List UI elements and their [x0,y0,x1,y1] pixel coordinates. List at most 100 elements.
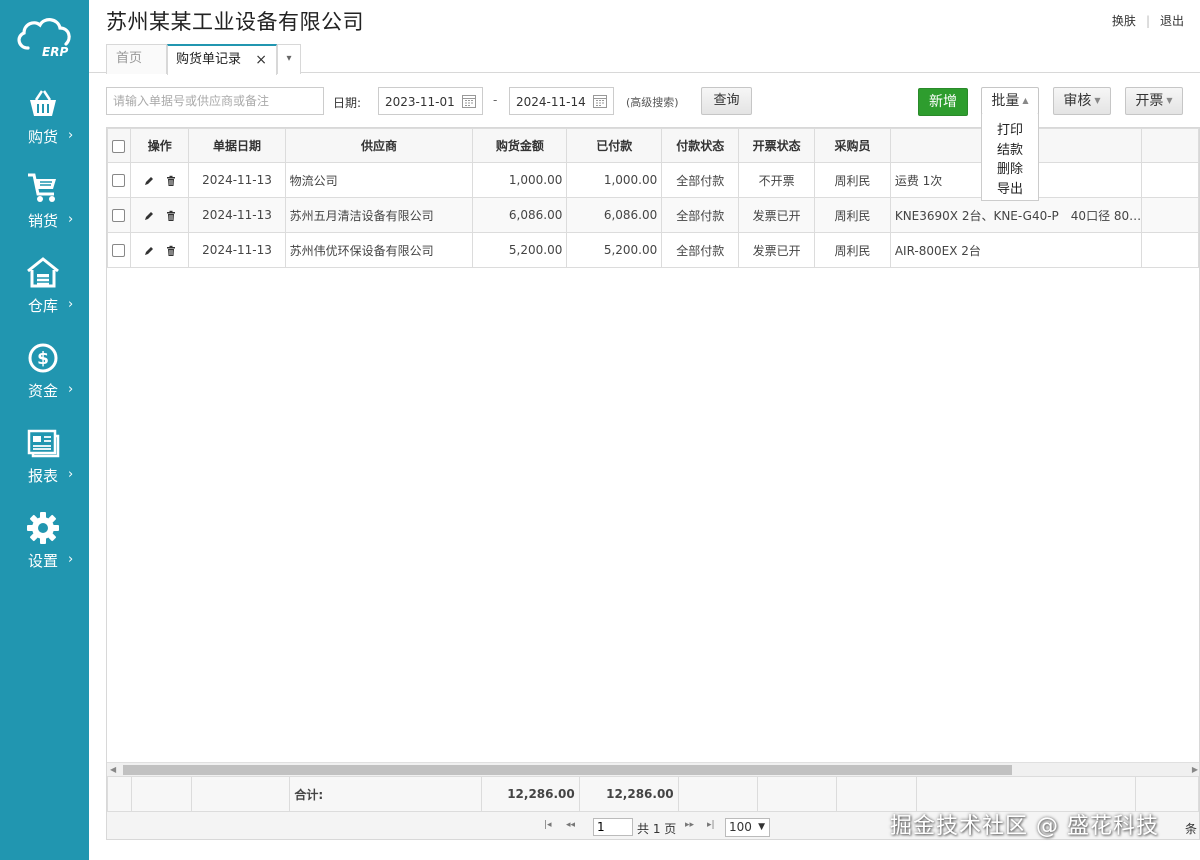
dollar-icon: $ [28,343,58,373]
erp-cloud-logo-icon: ERP [17,18,71,59]
cell-paid: 6,086.00 [566,197,663,233]
caret-up-icon: ▲ [1022,96,1029,105]
menu-item-delete[interactable]: 删除 [982,160,1038,180]
table-row[interactable]: 2024-11-13 苏州五月清洁设备有限公司 6,086.00 6,086.0… [107,197,1199,233]
logout-link[interactable]: 退出 [1160,12,1184,29]
warehouse-icon [27,257,59,288]
column-header[interactable]: 操作 [129,128,190,163]
page-title: 苏州某某工业设备有限公司 [106,10,364,34]
row-checkbox[interactable] [112,209,126,222]
menu-item-settle[interactable]: 结款 [982,141,1038,161]
search-input[interactable] [106,87,324,115]
tab-home[interactable]: 首页 [106,44,167,74]
cell-amount: 5,200.00 [472,232,568,268]
date-range-separator: - [493,93,498,107]
column-header[interactable]: 开票状态 [738,128,816,163]
next-page-icon[interactable]: ▸▸ [685,820,694,830]
sidebar-item-funds[interactable]: $ 资金 › [0,342,89,422]
caret-down-icon: ▼ [1166,96,1173,105]
logo-text: ERP [42,45,68,59]
pencil-icon[interactable] [143,245,155,257]
totals-label: 合计: [289,776,482,812]
prev-page-icon[interactable]: ◂◂ [566,820,575,830]
tab-purchase-records[interactable]: 购货单记录 × [167,44,277,75]
close-icon[interactable]: × [255,46,267,74]
add-button[interactable]: 新增 [918,88,968,116]
chevron-right-icon: › [68,382,74,397]
date-to-value: 2024-11-14 [516,95,586,109]
calendar-icon[interactable] [462,94,476,108]
chevron-right-icon: › [68,128,74,143]
last-page-icon[interactable]: ▸| [707,820,715,830]
cell-paid: 1,000.00 [566,162,663,198]
menu-item-export[interactable]: 导出 [982,180,1038,200]
invoice-button[interactable]: 开票 ▼ [1125,87,1183,115]
trash-icon[interactable] [165,175,177,187]
cell-buyer: 周利民 [814,197,891,233]
cell-date: 2024-11-13 [188,232,286,268]
column-header[interactable]: 付款状态 [661,128,740,163]
watermark: 掘金技术社区 @ 盛花科技 [890,814,1159,839]
sidebar: ERP 购货 › 销货 › 仓库 › $ 资金 › 报表 › 设置 › [0,0,89,860]
column-header[interactable]: 单据日期 [188,128,286,163]
row-actions [129,162,190,198]
scroll-right-icon[interactable]: ▶ [1192,765,1198,774]
first-page-icon[interactable]: |◂ [544,820,552,830]
date-from-field[interactable]: 2023-11-01 [378,87,483,115]
tab-label: 购货单记录 [176,52,242,67]
basket-icon [30,90,56,116]
cell-date: 2024-11-13 [188,197,286,233]
cell-remark: KNE3690X 2台、KNE-G40-P 40口径 80… [889,197,1143,233]
sidebar-item-label: 报表 [28,467,59,485]
column-header[interactable]: 供应商 [284,128,474,163]
column-header[interactable]: 已付款 [566,128,663,163]
cart-icon [28,173,56,202]
cell-buyer: 周利民 [814,162,891,198]
gear-icon [27,512,59,544]
cell-amount: 6,086.00 [472,197,568,233]
menu-item-print[interactable]: 打印 [982,121,1038,141]
sidebar-item-warehouse[interactable]: 仓库 › [0,257,89,337]
sidebar-item-label: 设置 [28,552,59,570]
sidebar-item-settings[interactable]: 设置 › [0,512,89,592]
cell-supplier: 苏州伟优环保设备有限公司 [284,232,474,268]
table-row[interactable]: 2024-11-13 苏州伟优环保设备有限公司 5,200.00 5,200.0… [107,232,1199,268]
page-total: 共 1 页 [637,822,677,836]
sidebar-item-sales[interactable]: 销货 › [0,172,89,252]
sidebar-item-purchase[interactable]: 购货 › [0,88,89,168]
sidebar-item-label: 购货 [28,128,59,146]
skin-link[interactable]: 换肤 [1112,12,1136,29]
select-all-checkbox[interactable] [112,139,126,153]
tab-more-dropdown[interactable]: ▾ [277,44,301,74]
per-page-select[interactable]: 100 ▼ [725,818,770,837]
sidebar-item-reports[interactable]: 报表 › [0,427,89,507]
cell-invoice-status: 不开票 [738,162,816,198]
trash-icon[interactable] [165,245,177,257]
pencil-icon[interactable] [143,175,155,187]
scroll-left-icon[interactable]: ◀ [110,765,116,774]
scrollbar-thumb[interactable] [123,765,1012,775]
pencil-icon[interactable] [143,210,155,222]
audit-label: 审核 [1063,93,1092,109]
query-button[interactable]: 查询 [701,87,752,115]
calendar-icon[interactable] [593,94,607,108]
report-icon [27,429,60,458]
advanced-search-link[interactable]: (高级搜索) [626,94,679,110]
chevron-right-icon: › [68,212,74,227]
horizontal-scrollbar[interactable]: ◀ ▶ [107,762,1199,776]
column-header[interactable]: 购货金额 [472,128,568,163]
audit-button[interactable]: 审核 ▼ [1053,87,1111,115]
select-all-cell [107,128,131,163]
page-number-input[interactable] [593,818,633,836]
date-to-field[interactable]: 2024-11-14 [509,87,614,115]
per-page-unit: 条 [1185,822,1198,836]
chevron-right-icon: › [68,552,74,567]
row-checkbox[interactable] [112,244,126,257]
row-checkbox[interactable] [112,174,126,187]
column-header[interactable]: 采购员 [814,128,891,163]
sidebar-item-label: 资金 [28,382,59,400]
cell-remark: AIR-800EX 2台 [889,232,1143,268]
per-page-value: 100 [729,820,752,834]
trash-icon[interactable] [165,210,177,222]
batch-button[interactable]: 批量 ▲ [981,87,1039,115]
